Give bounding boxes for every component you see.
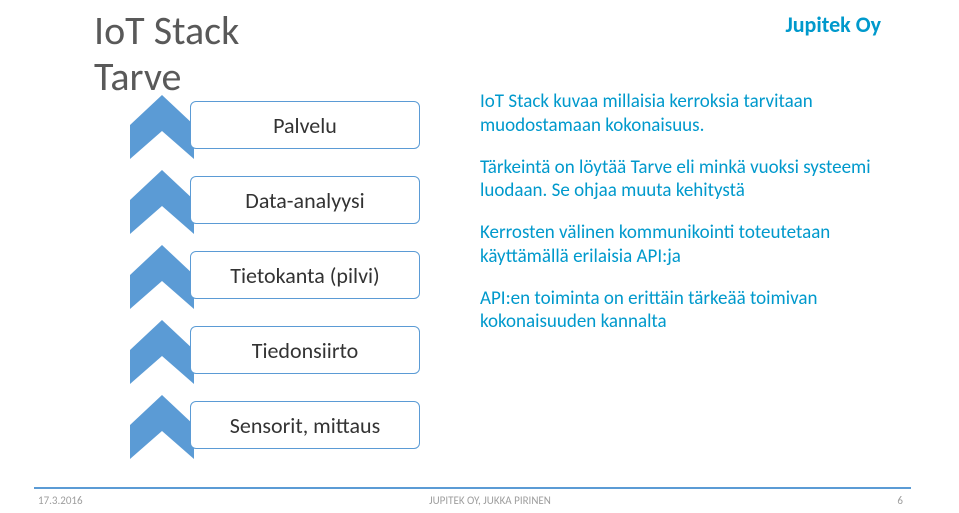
iot-stack-diagram: Palvelu Data-analyysi Tietokanta (pilvi) Ti… bbox=[130, 98, 420, 473]
stack-layer: Sensorit, mittaus bbox=[130, 398, 420, 460]
slide-footer: 17.3.2016 JUPITEK OY, JUKKA PIRINEN 6 bbox=[0, 494, 959, 507]
chevron-up-icon bbox=[130, 395, 194, 457]
paragraph: Kerrosten välinen kommunikointi toteutet… bbox=[480, 221, 880, 269]
stack-layer-label: Sensorit, mittaus bbox=[190, 401, 420, 449]
slide-title-block: IoT Stack Tarve bbox=[94, 10, 239, 101]
stack-layer-label: Tiedonsiirto bbox=[190, 326, 420, 374]
stack-layer: Palvelu bbox=[130, 98, 420, 160]
title-line-1: IoT Stack bbox=[94, 10, 239, 52]
chevron-up-icon bbox=[130, 320, 194, 382]
stack-layer-label: Palvelu bbox=[190, 101, 420, 149]
footer-page: 6 bbox=[897, 494, 903, 507]
stack-layer: Tiedonsiirto bbox=[130, 323, 420, 385]
chevron-up-icon bbox=[130, 95, 194, 157]
footer-divider bbox=[34, 487, 911, 489]
body-text: IoT Stack kuvaa millaisia kerroksia tarv… bbox=[480, 90, 880, 352]
stack-layer-label: Data-analyysi bbox=[190, 176, 420, 224]
brand-logo-text: Jupitek Oy bbox=[785, 11, 881, 38]
footer-date: 17.3.2016 bbox=[38, 494, 83, 507]
paragraph: IoT Stack kuvaa millaisia kerroksia tarv… bbox=[480, 90, 880, 138]
title-line-2: Tarve bbox=[94, 52, 239, 101]
paragraph: API:en toiminta on erittäin tärkeää toim… bbox=[480, 287, 880, 335]
footer-center: JUPITEK OY, JUKKA PIRINEN bbox=[429, 494, 551, 507]
paragraph: Tärkeintä on löytää Tarve eli minkä vuok… bbox=[480, 156, 880, 204]
stack-layer: Data-analyysi bbox=[130, 173, 420, 235]
chevron-up-icon bbox=[130, 170, 194, 232]
chevron-up-icon bbox=[130, 245, 194, 307]
stack-layer-label: Tietokanta (pilvi) bbox=[190, 251, 420, 299]
stack-layer: Tietokanta (pilvi) bbox=[130, 248, 420, 310]
